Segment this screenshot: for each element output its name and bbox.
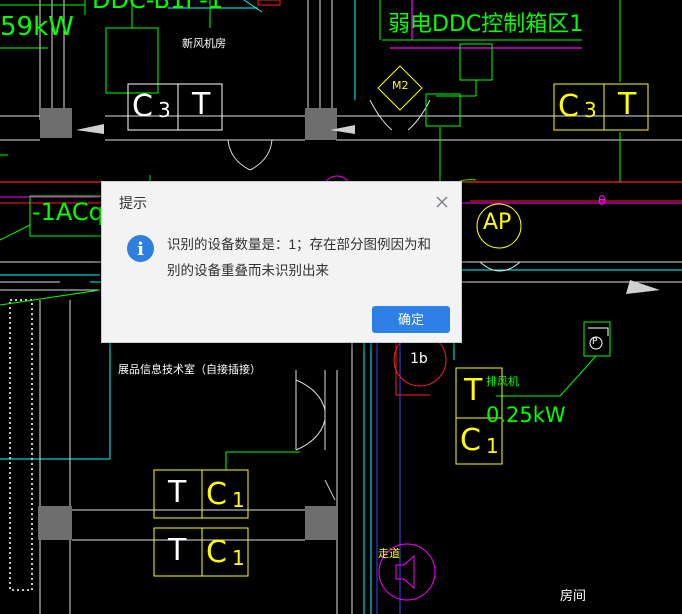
box-text: 1 [486,434,499,458]
box-text: 1 [232,546,245,570]
box-text: C [206,535,227,570]
theta-label: θ [598,194,606,209]
column [40,108,72,138]
column [38,506,72,540]
ok-button[interactable]: 确定 [372,306,450,333]
info-dialog: 提示 i 识别的设备数量是：1；存在部分图例因为和别的设备重叠而未识别出来 确定 [101,181,462,343]
diffuser-shape [76,124,104,134]
cyan-line [243,0,263,13]
close-icon[interactable] [432,192,452,212]
fan-power-label: 0.25kW [486,403,566,427]
ac-tag: -1ACq [32,198,104,226]
red-block [257,0,281,6]
hatched-column [9,299,33,591]
fan-label: 排风机 [486,375,519,388]
sensor-label: 1b [410,351,428,367]
box-text: C [132,89,153,124]
box-text: T [168,533,187,568]
column [305,108,337,140]
box-text: 1 [232,488,245,512]
info-icon: i [127,235,154,262]
box-text: T [618,87,637,122]
red-sensor-line [395,340,430,396]
room-label: 新风机房 [182,37,226,50]
power-label: 59kW [0,12,74,42]
box-text: 3 [158,98,171,122]
box-text: C [206,477,227,512]
motor-tag: M2 [392,79,409,92]
room-corner-label: 房间 [560,589,587,604]
box-text: C [460,423,481,458]
small-mark [324,479,336,501]
ddc-zone-label: 弱电DDC控制箱区1 [388,12,584,37]
ddc-label: DDC-B1F-1 [92,0,223,14]
aisle-label: 走道 [378,547,400,560]
room-label: 展品信息技术室（自接插接） [118,363,261,376]
box-text: 3 [584,98,597,122]
dialog-message: 识别的设备数量是：1；存在部分图例因为和别的设备重叠而未识别出来 [167,237,432,278]
column [305,506,337,540]
small-arrow [588,327,609,336]
box-text: T [464,373,483,408]
p-label: P [592,337,598,347]
ap-label: AP [483,210,512,235]
dialog-title: 提示 [119,195,147,211]
speaker-icon [395,554,415,590]
box-text: T [192,87,211,122]
box-text: C [558,89,579,124]
box-text: T [168,475,187,510]
